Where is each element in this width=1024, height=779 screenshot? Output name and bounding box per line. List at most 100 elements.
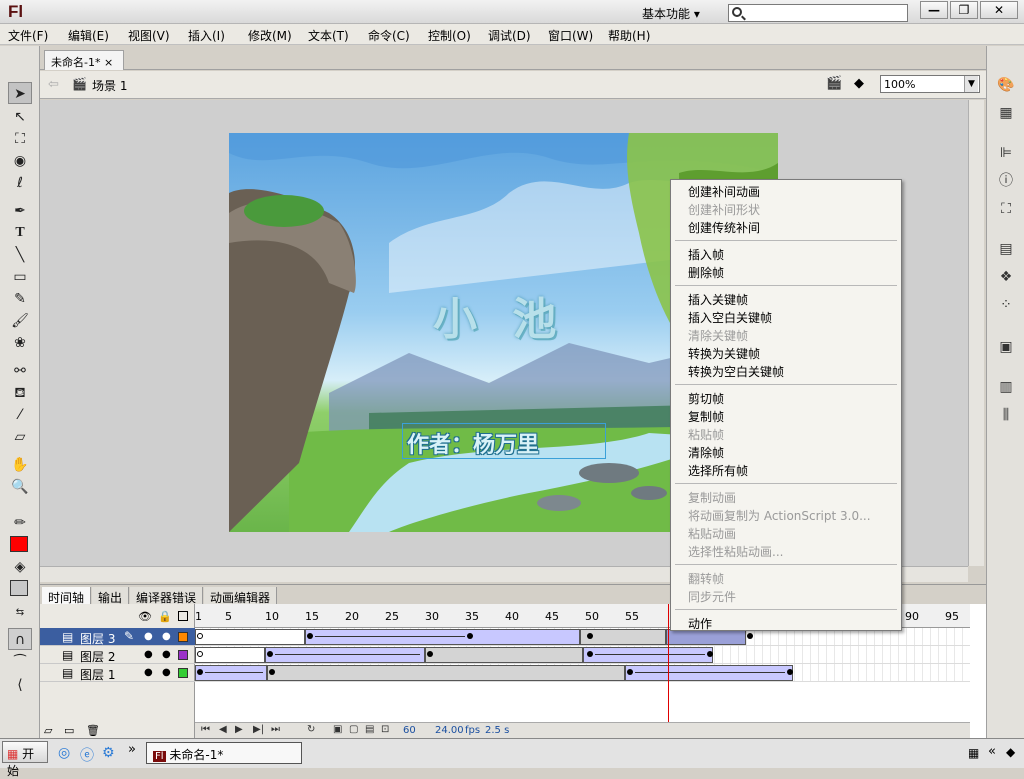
blank-keyframe[interactable] [197, 651, 203, 657]
library-books-icon[interactable]: ⫼ [995, 404, 1017, 426]
menu-item-convert-to-keyframe[interactable]: 转换为关键帧 [688, 345, 760, 362]
edit-scene-icon[interactable]: 🎬 [826, 76, 842, 91]
menu-edit[interactable]: 编辑(E) [66, 26, 111, 45]
classic-tween-span[interactable] [195, 665, 267, 681]
layer-outline-color[interactable] [178, 632, 188, 642]
eraser-tool-icon[interactable]: ▱ [8, 426, 32, 448]
volume-icon[interactable]: ◆ [1006, 745, 1015, 759]
stroke-color-swatch[interactable] [10, 536, 28, 552]
lock-dot[interactable]: ● [162, 649, 171, 660]
visibility-dot[interactable]: ● [144, 649, 153, 660]
text-tool-icon[interactable]: T [8, 222, 32, 244]
playhead[interactable] [668, 604, 669, 724]
keyframe[interactable] [269, 669, 275, 675]
transform-panel-icon[interactable]: ⛶ [995, 198, 1017, 220]
taskbar-item-flash[interactable]: Fl 未命名-1* [146, 742, 302, 764]
classic-tween-span[interactable] [265, 647, 425, 663]
onion-outline-icon[interactable]: ▢ [349, 724, 358, 735]
keyframe[interactable] [587, 651, 593, 657]
smooth-icon[interactable]: ⁀ [8, 652, 32, 674]
restore-button[interactable]: ❐ [950, 1, 978, 19]
zoom-tool-icon[interactable]: 🔍 [8, 476, 32, 498]
snap-magnet-icon[interactable]: ∩ [8, 628, 32, 650]
menu-item-copy-frames[interactable]: 复制帧 [688, 408, 724, 425]
eyedropper-tool-icon[interactable]: ⁄ [8, 404, 32, 426]
menu-help[interactable]: 帮助(H) [606, 26, 652, 45]
menu-commands[interactable]: 命令(C) [366, 26, 412, 45]
classic-tween-span[interactable] [583, 647, 713, 663]
edit-symbol-icon[interactable]: ◆ [854, 76, 864, 91]
straighten-icon[interactable]: ⟨ [8, 674, 32, 696]
layer-outline-color[interactable] [178, 650, 188, 660]
fill-color-icon[interactable]: ◈ [8, 556, 32, 578]
keyframe[interactable] [427, 651, 433, 657]
back-arrow-icon[interactable]: ⇦ [48, 77, 59, 92]
keyframe[interactable] [267, 651, 273, 657]
layer-name[interactable]: 图层 3 [80, 630, 115, 647]
frame-row-layer1[interactable] [195, 664, 970, 682]
rectangle-tool-icon[interactable]: ▭ [8, 266, 32, 288]
fill-color-swatch[interactable] [10, 580, 28, 596]
menu-text[interactable]: 文本(T) [306, 26, 351, 45]
frame-rate[interactable]: 24.00 [435, 725, 464, 736]
onion-skin-icon[interactable]: ▣ [333, 724, 342, 735]
menu-item-insert-blank-keyframe[interactable]: 插入空白关键帧 [688, 309, 772, 326]
layer-row[interactable]: ▤ 图层 3 ✎ ● ● [40, 628, 195, 646]
onion-markers-icon[interactable]: ⊡ [381, 724, 389, 735]
play-icon[interactable]: ▶ [235, 724, 243, 735]
pen-tool-icon[interactable]: ✒ [8, 200, 32, 222]
minimize-button[interactable]: — [920, 1, 948, 19]
lasso-tool-icon[interactable]: ℓ [8, 172, 32, 194]
start-button[interactable]: ▦ 开始 [2, 741, 48, 778]
keyframe[interactable] [707, 651, 713, 657]
menu-debug[interactable]: 调试(D) [486, 26, 533, 45]
color-panel-icon[interactable]: 🎨 [995, 74, 1017, 96]
swap-colors-icon[interactable]: ⇆ [8, 602, 32, 624]
quicklaunch-overflow[interactable]: » [128, 742, 136, 757]
keyframe[interactable] [587, 633, 593, 639]
new-layer-icon[interactable]: ▱ [44, 724, 52, 737]
poem-title[interactable]: 小 池 [433, 283, 566, 347]
line-tool-icon[interactable]: ╲ [8, 244, 32, 266]
tab-motion-editor[interactable]: 动画编辑器 [204, 587, 278, 605]
info-panel-icon[interactable]: ⓘ [995, 170, 1017, 192]
deco-tool-icon[interactable]: ❀ [8, 332, 32, 354]
motion-presets-icon[interactable]: ⁘ [995, 294, 1017, 316]
keyframe[interactable] [787, 669, 793, 675]
subselection-tool-icon[interactable]: ↖ [8, 106, 32, 128]
current-frame[interactable]: 60 [403, 725, 416, 736]
layer-name[interactable]: 图层 1 [80, 666, 115, 683]
menu-item-delete-frame[interactable]: 删除帧 [688, 264, 724, 281]
pencil-tool-icon[interactable]: ✎ [8, 288, 32, 310]
keyframe[interactable] [747, 633, 753, 639]
step-forward-icon[interactable]: ▶| [253, 724, 264, 735]
tray-expand-icon[interactable]: « [988, 744, 996, 759]
menu-view[interactable]: 视图(V) [126, 26, 172, 45]
tab-timeline[interactable]: 时间轴 [42, 587, 92, 605]
menu-item-actions[interactable]: 动作 [688, 615, 712, 632]
menu-item-insert-keyframe[interactable]: 插入关键帧 [688, 291, 748, 308]
menu-item-select-all-frames[interactable]: 选择所有帧 [688, 462, 748, 479]
paint-bucket-tool-icon[interactable]: ⛾ [8, 382, 32, 404]
outline-icon[interactable] [178, 611, 188, 621]
tab-compiler-errors[interactable]: 编译器错误 [130, 587, 204, 605]
help-search[interactable] [728, 4, 908, 22]
layer-outline-color[interactable] [178, 668, 188, 678]
align-panel-icon[interactable]: ⊫ [995, 142, 1017, 164]
component-inspector-icon[interactable]: ❖ [995, 266, 1017, 288]
hand-tool-icon[interactable]: ✋ [8, 454, 32, 476]
bone-tool-icon[interactable]: ⚯ [8, 360, 32, 382]
step-back-icon[interactable]: ◀ [219, 724, 227, 735]
menu-item-clear-frames[interactable]: 清除帧 [688, 444, 724, 461]
keyframe[interactable] [307, 633, 313, 639]
author-textbox[interactable]: 作者：杨万里 [402, 423, 606, 459]
search-input[interactable] [747, 5, 905, 21]
workspace-switcher[interactable]: 基本功能 ▾ [636, 3, 714, 21]
document-tab[interactable]: 未命名-1* × [44, 50, 124, 70]
zoom-select[interactable]: 100% ▼ [880, 75, 980, 93]
browser-icon[interactable]: ◎ [58, 745, 70, 761]
stage-vertical-scrollbar[interactable] [968, 100, 984, 566]
components-panel-icon[interactable]: ▤ [995, 238, 1017, 260]
blank-keyframe[interactable] [197, 633, 203, 639]
scene-breadcrumb[interactable]: 场景 1 [92, 77, 127, 94]
